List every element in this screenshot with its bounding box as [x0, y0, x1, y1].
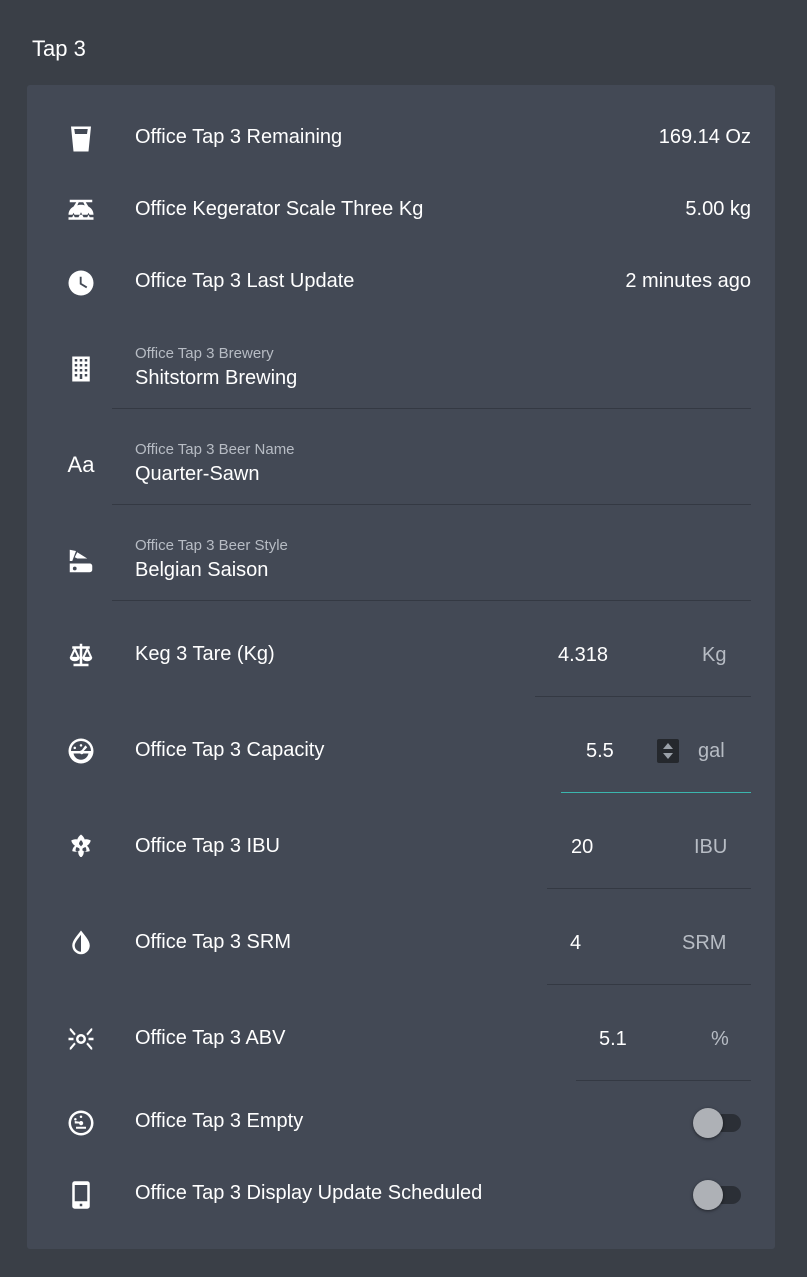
display-update-label: Office Tap 3 Display Update Scheduled	[135, 1182, 483, 1204]
beer-style-label: Office Tap 3 Beer Style	[135, 537, 288, 554]
capacity-input[interactable]: 5.5	[586, 740, 614, 763]
abv-input-underline	[576, 1080, 751, 1081]
row-last-update[interactable]: Office Tap 3 Last Update 2 minutes ago	[27, 261, 775, 305]
row-srm: Office Tap 3 SRM 4 SRM	[27, 921, 775, 985]
row-scale[interactable]: Office Kegerator Scale Three Kg 5.00 kg	[27, 189, 775, 233]
style-icon	[61, 541, 101, 581]
balance-scale-icon	[61, 635, 101, 675]
tare-label: Keg 3 Tare (Kg)	[135, 643, 275, 665]
empty-toggle[interactable]	[693, 1108, 745, 1138]
ibu-unit: IBU	[694, 836, 728, 858]
remaining-label: Office Tap 3 Remaining	[135, 126, 343, 148]
brewery-label: Office Tap 3 Brewery	[135, 345, 274, 362]
scale-label: Office Kegerator Scale Three Kg	[135, 198, 424, 220]
text-format-icon: Aa	[67, 452, 95, 477]
abv-unit: %	[711, 1028, 729, 1050]
page-title: Tap 3	[32, 36, 86, 61]
tare-input[interactable]: 4.318	[558, 644, 608, 667]
ibu-input[interactable]: 20	[571, 836, 593, 859]
srm-label: Office Tap 3 SRM	[135, 931, 291, 953]
tare-unit: Kg	[702, 644, 727, 666]
remaining-value: 169.14 Oz	[658, 126, 751, 148]
row-remaining[interactable]: Office Tap 3 Remaining 169.14 Oz	[27, 117, 775, 161]
beer-style-value[interactable]: Belgian Saison	[135, 559, 268, 582]
capacity-input-focus-underline	[561, 792, 751, 793]
abv-input[interactable]: 5.1	[599, 1028, 627, 1051]
gauge-icon	[61, 731, 101, 771]
building-icon	[61, 349, 101, 389]
cup-icon	[61, 119, 101, 159]
row-abv: Office Tap 3 ABV 5.1 %	[27, 1017, 775, 1081]
row-display-update: Office Tap 3 Display Update Scheduled	[27, 1173, 775, 1217]
contrast-drop-icon	[61, 923, 101, 963]
ibu-label: Office Tap 3 IBU	[135, 835, 280, 857]
scale-icon	[61, 191, 101, 231]
capacity-spinner[interactable]	[657, 739, 679, 763]
row-capacity: Office Tap 3 Capacity 5.5 gal	[27, 729, 775, 793]
beer-name-value[interactable]: Quarter-Sawn	[135, 463, 260, 486]
row-beer-name[interactable]: Aa Office Tap 3 Beer Name Quarter-Sawn	[27, 433, 775, 505]
empty-toggle-knob	[693, 1108, 723, 1138]
capacity-unit: gal	[698, 740, 725, 762]
beer-name-divider	[112, 504, 751, 505]
scale-value: 5.00 kg	[685, 198, 751, 220]
capacity-label: Office Tap 3 Capacity	[135, 739, 325, 761]
display-update-toggle[interactable]	[693, 1180, 745, 1210]
srm-input-underline	[547, 984, 751, 985]
brewery-divider	[112, 408, 751, 409]
beer-style-divider	[112, 600, 751, 601]
clock-icon	[61, 263, 101, 303]
abv-label: Office Tap 3 ABV	[135, 1027, 286, 1049]
brewery-value[interactable]: Shitstorm Brewing	[135, 367, 297, 390]
empty-label: Office Tap 3 Empty	[135, 1110, 304, 1132]
gauge-empty-icon	[61, 1103, 101, 1143]
tare-input-underline	[535, 696, 751, 697]
hops-icon	[61, 827, 101, 867]
row-tare: Keg 3 Tare (Kg) 4.318 Kg	[27, 633, 775, 697]
row-beer-style[interactable]: Office Tap 3 Beer Style Belgian Saison	[27, 529, 775, 601]
last-update-label: Office Tap 3 Last Update	[135, 270, 355, 292]
last-update-value: 2 minutes ago	[625, 270, 751, 292]
display-update-toggle-knob	[693, 1180, 723, 1210]
ibu-input-underline	[547, 888, 751, 889]
beer-name-label: Office Tap 3 Beer Name	[135, 441, 295, 458]
entities-card: Office Tap 3 Remaining 169.14 Oz Office …	[27, 85, 775, 1249]
srm-input[interactable]: 4	[570, 932, 581, 955]
molecule-icon	[61, 1019, 101, 1059]
srm-unit: SRM	[682, 932, 727, 954]
row-brewery[interactable]: Office Tap 3 Brewery Shitstorm Brewing	[27, 337, 775, 409]
row-empty: Office Tap 3 Empty	[27, 1101, 775, 1145]
row-ibu: Office Tap 3 IBU 20 IBU	[27, 825, 775, 889]
cellphone-icon	[61, 1175, 101, 1215]
